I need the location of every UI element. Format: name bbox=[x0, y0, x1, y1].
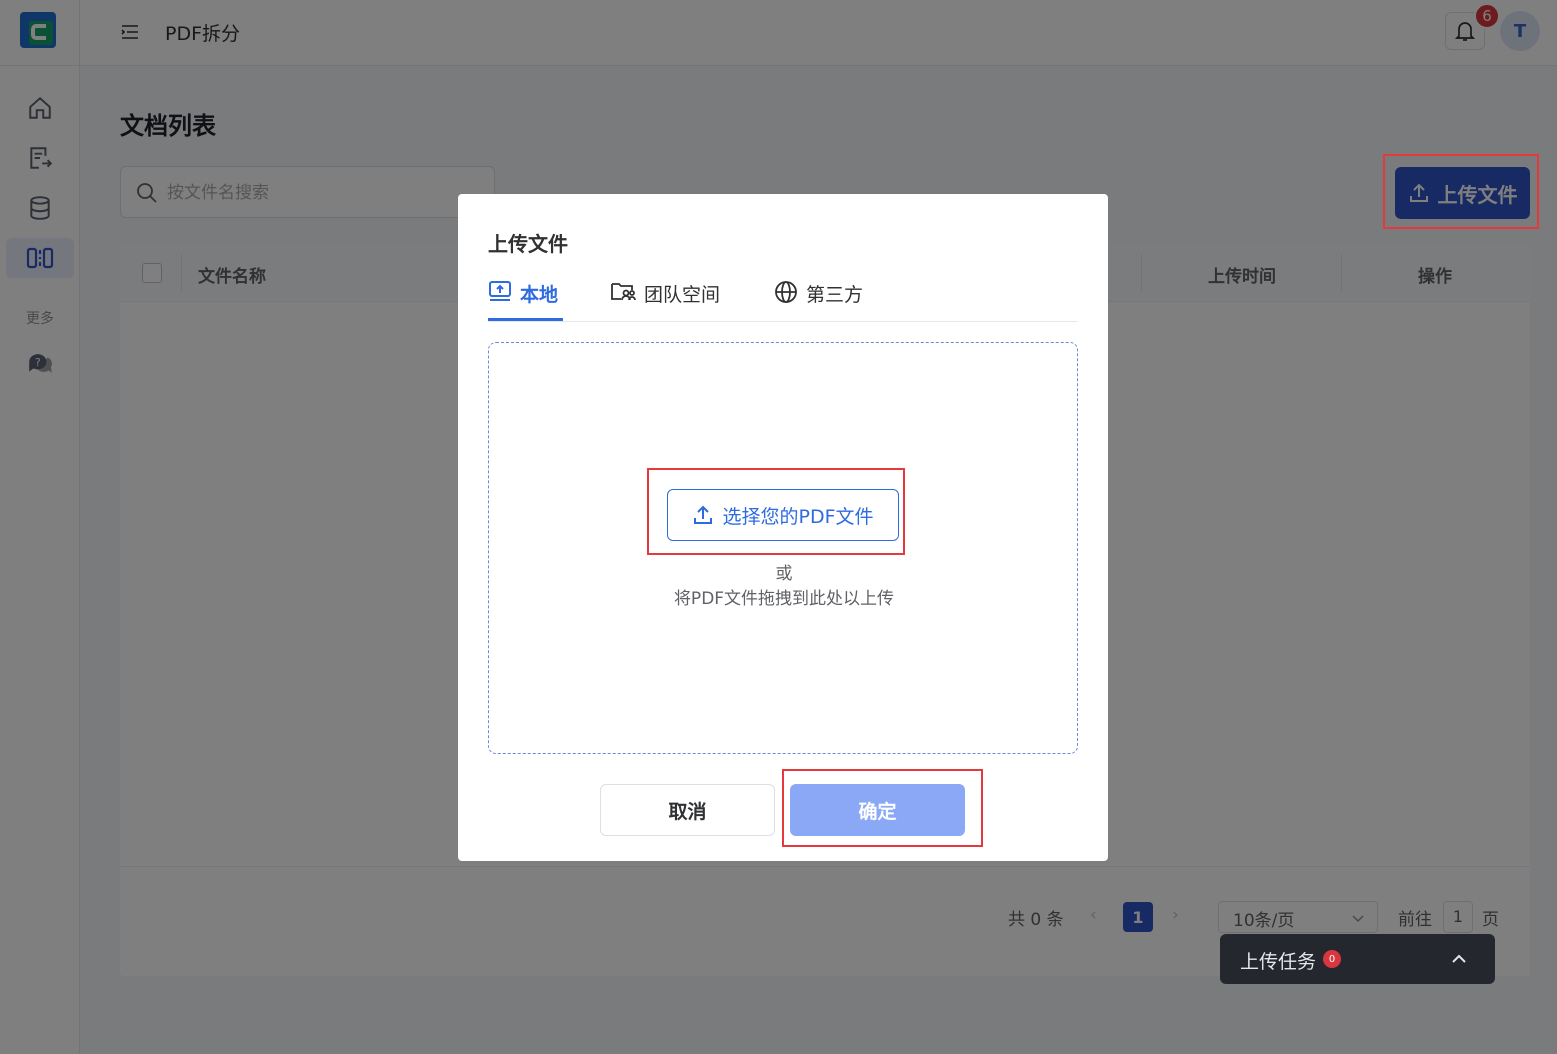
upload-tasks-bar[interactable]: 上传任务 0 bbox=[1220, 934, 1495, 984]
highlight-box-confirm-button bbox=[782, 769, 983, 847]
or-text: 或 bbox=[775, 564, 793, 584]
tab-third-party[interactable]: 第三方 bbox=[774, 280, 863, 322]
highlight-box-upload-button bbox=[1383, 154, 1539, 229]
upload-tasks-label: 上传任务 bbox=[1240, 951, 1317, 973]
upload-screen-icon bbox=[489, 281, 511, 301]
highlight-box-choose-button bbox=[647, 468, 905, 555]
chevron-up-icon[interactable] bbox=[1450, 950, 1468, 968]
dialog-title: 上传文件 bbox=[488, 232, 568, 256]
active-tab-indicator bbox=[488, 318, 563, 321]
tab-third-party-label: 第三方 bbox=[806, 284, 864, 306]
tab-local[interactable]: 本地 bbox=[488, 280, 558, 322]
globe-icon bbox=[775, 281, 797, 303]
upload-tasks-count-badge: 0 bbox=[1323, 950, 1341, 968]
cancel-button[interactable]: 取消 bbox=[600, 784, 775, 836]
tab-team-space[interactable]: 团队空间 bbox=[610, 280, 720, 322]
tab-team-space-label: 团队空间 bbox=[644, 284, 721, 306]
team-folder-icon bbox=[611, 283, 636, 301]
drop-hint-text: 将PDF文件拖拽到此处以上传 bbox=[673, 589, 895, 609]
upload-source-tabs: 本地 团队空间 第三方 bbox=[488, 280, 1078, 322]
tab-local-label: 本地 bbox=[520, 284, 559, 306]
